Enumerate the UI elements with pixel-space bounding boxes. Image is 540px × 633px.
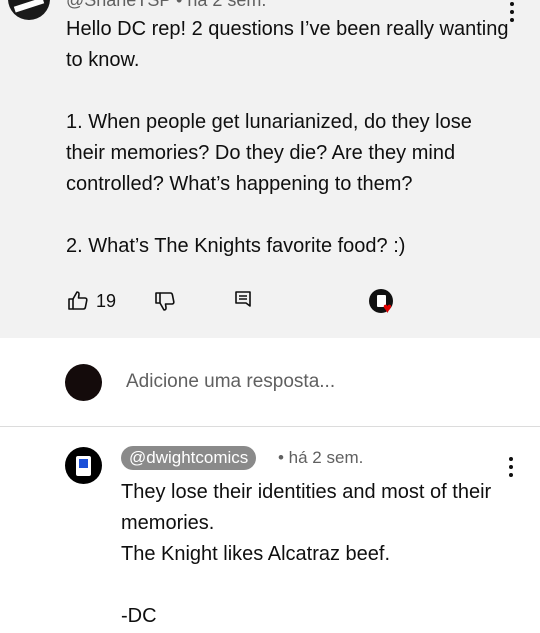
dc-avatar[interactable] xyxy=(65,447,102,484)
thumb-down-icon xyxy=(155,292,175,311)
top-comment: @ShaneTSP • há 2 sem. Hello DC rep! 2 qu… xyxy=(0,0,540,338)
reply-input[interactable] xyxy=(126,371,486,393)
comment-icon xyxy=(235,291,251,307)
comment-text: Hello DC rep! 2 questions I’ve been real… xyxy=(66,18,509,257)
reply-comment: @dwightcomics • há 2 sem. They lose thei… xyxy=(0,427,540,633)
like-button[interactable]: 19 xyxy=(66,289,116,313)
commenter-avatar[interactable] xyxy=(8,0,50,20)
creator-heart-icon: ♥ xyxy=(369,289,395,316)
user-avatar xyxy=(65,364,102,401)
reply-author-chip[interactable]: @dwightcomics xyxy=(121,446,257,470)
reply-menu-icon[interactable] xyxy=(508,457,514,477)
add-reply-section xyxy=(0,338,540,426)
comment-time: • há 2 sem. xyxy=(176,0,267,10)
like-count: 19 xyxy=(96,290,117,311)
comment-author-line: @ShaneTSP • há 2 sem. xyxy=(66,0,266,11)
reply-text: They lose their identities and most of t… xyxy=(121,481,492,627)
dislike-button[interactable] xyxy=(153,289,177,313)
reply-button[interactable] xyxy=(233,289,253,311)
thumb-up-icon xyxy=(68,291,88,310)
comment-author[interactable]: @ShaneTSP xyxy=(66,0,171,10)
reply-time: • há 2 sem. xyxy=(278,448,364,467)
